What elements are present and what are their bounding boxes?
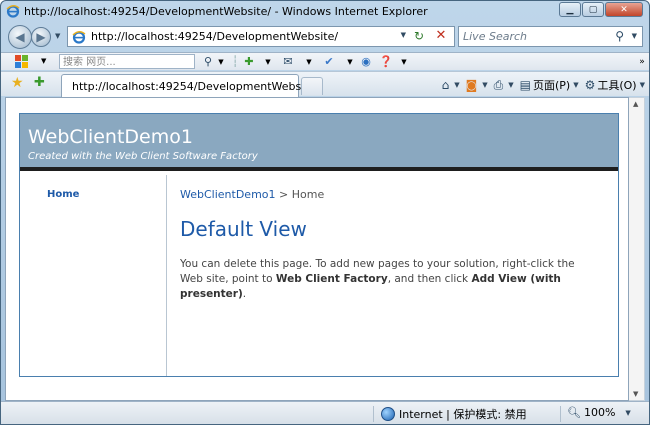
web-page: WebClientDemo1 Created with the Web Clie… <box>19 113 619 377</box>
status-bar: Internet | 保护模式: 禁用 🔍︎ 100% ▼ <box>1 401 649 424</box>
address-row: ◀ ▶ ▼ http://localhost:49254/Development… <box>1 23 649 51</box>
rss-feed-icon: ◙ <box>465 78 478 92</box>
breadcrumb-root-link[interactable]: WebClientDemo1 <box>180 188 276 201</box>
page-description: You can delete this page. To add new pag… <box>180 257 595 302</box>
minimize-button[interactable]: ▁ <box>559 2 581 17</box>
vertical-scrollbar[interactable]: ▲ ▼ <box>629 97 645 401</box>
tools-menu-dropdown-icon: ▼ <box>639 81 645 89</box>
back-button[interactable]: ◀ <box>8 25 32 49</box>
zoom-dropdown-icon[interactable]: ▼ <box>625 409 630 417</box>
search-dropdown-icon[interactable]: ▼ <box>632 32 637 40</box>
scroll-down-icon[interactable]: ▼ <box>633 390 638 398</box>
close-window-button[interactable]: ✕ <box>605 2 643 17</box>
toolbar-search-icon[interactable]: ⚲ <box>201 54 215 69</box>
checkmark-icon[interactable]: ✔ <box>321 54 337 69</box>
status-separator <box>373 406 374 422</box>
title-bar: http://localhost:49254/DevelopmentWebsit… <box>1 1 649 21</box>
security-zone[interactable]: Internet | 保护模式: 禁用 <box>381 406 527 422</box>
maximize-button[interactable]: ▢ <box>582 2 604 17</box>
new-tab-button[interactable] <box>301 77 323 95</box>
tab-row: ★ ✚ http://localhost:49254/DevelopmentWe… <box>1 71 649 97</box>
site-subtitle: Created with the Web Client Software Fac… <box>28 151 258 162</box>
tools-menu-button[interactable]: ⚙ 工具(O) ▼ <box>585 77 645 93</box>
stop-icon[interactable]: ✕ <box>432 28 450 44</box>
add-favorites-icon[interactable]: ✚ <box>34 75 45 90</box>
breadcrumb: WebClientDemo1 > Home <box>180 188 324 201</box>
mail-dropdown-icon[interactable]: ▼ <box>304 54 314 69</box>
zone-text: Internet | 保护模式: 禁用 <box>399 408 527 421</box>
refresh-icon[interactable]: ↻ <box>410 29 428 44</box>
tab-current-page[interactable]: http://localhost:49254/DevelopmentWebsit… <box>61 74 319 97</box>
address-url[interactable]: http://localhost:49254/DevelopmentWebsit… <box>91 30 338 43</box>
back-arrow-icon: ◀ <box>15 30 25 44</box>
window-title: http://localhost:49254/DevelopmentWebsit… <box>24 4 428 18</box>
scroll-up-icon[interactable]: ▲ <box>633 100 638 108</box>
description-bold-web-client-factory: Web Client Factory <box>275 273 388 285</box>
forward-arrow-icon: ▶ <box>36 30 46 44</box>
favorites-star-icon[interactable]: ★ <box>11 75 24 91</box>
mail-icon[interactable]: ✉ <box>281 54 295 69</box>
page-menu-button[interactable]: ▤ 页面(P) ▼ <box>520 77 579 93</box>
left-navigation: Home <box>20 175 167 376</box>
home-button[interactable]: ⌂ ▼ <box>442 78 460 92</box>
page-icon: ▤ <box>519 78 531 92</box>
printer-icon: ⎙ <box>493 77 504 92</box>
print-button[interactable]: ⎙ ▼ <box>494 78 514 93</box>
toolbar-grip-icon: ┆ <box>231 55 239 68</box>
help-dropdown-icon[interactable]: ▼ <box>399 54 409 69</box>
maximize-icon: ▢ <box>588 4 598 15</box>
zoom-control[interactable]: 🔍︎ 100% ▼ <box>567 406 631 419</box>
page-menu-dropdown-icon: ▼ <box>573 81 579 89</box>
search-icon[interactable]: ⚲ <box>615 29 624 43</box>
window-controls: ▁ ▢ ✕ <box>558 2 643 17</box>
command-bar: ⌂ ▼ ◙ ▼ ⎙ ▼ ▤ 页面(P) ▼ ⚙ 工具(O) ▼ <box>436 76 645 94</box>
search-toolbar: ▼ ⚲ ▼ ┆ ✚ ▼ ✉ ▼ ✔ ▼ ◉ ❓ ▼ » <box>1 52 649 70</box>
site-header: WebClientDemo1 Created with the Web Clie… <box>20 114 618 171</box>
tab-label: http://localhost:49254/DevelopmentWebsit… <box>72 79 320 93</box>
history-dropdown-icon[interactable]: ▼ <box>55 32 60 40</box>
add-plus-icon[interactable]: ✚ <box>242 54 256 69</box>
messenger-icon[interactable]: ◉ <box>359 54 373 69</box>
toolbar-search-box[interactable] <box>59 54 195 69</box>
live-search-input[interactable] <box>463 30 603 43</box>
help-icon[interactable]: ❓ <box>379 54 393 69</box>
home-dropdown-icon[interactable]: ▼ <box>454 81 459 89</box>
forward-button[interactable]: ▶ <box>31 27 51 47</box>
add-dropdown-icon[interactable]: ▼ <box>263 54 273 69</box>
globe-icon <box>381 407 395 421</box>
description-part-2: , and then click <box>387 273 472 285</box>
description-part-3: . <box>242 288 247 300</box>
live-search-box[interactable]: ⚲ ▼ <box>458 26 643 47</box>
gear-icon: ⚙ <box>584 78 596 92</box>
address-bar[interactable]: http://localhost:49254/DevelopmentWebsit… <box>67 26 455 47</box>
windows-logo-icon[interactable] <box>15 55 29 68</box>
status-separator <box>560 406 561 422</box>
home-icon: ⌂ <box>441 78 450 92</box>
tools-menu-label: 工具(O) <box>597 79 637 92</box>
ie-logo-icon <box>6 5 20 18</box>
toolbar-search-dropdown-icon[interactable]: ▼ <box>216 54 226 69</box>
print-dropdown-icon[interactable]: ▼ <box>508 81 513 89</box>
zoom-magnifier-icon: 🔍︎ <box>567 406 581 419</box>
page-menu-label: 页面(P) <box>532 79 571 92</box>
page-title: Default View <box>180 217 307 241</box>
feeds-dropdown-icon[interactable]: ▼ <box>482 81 487 89</box>
toolbar-menu-dropdown-icon[interactable]: ▼ <box>41 57 46 65</box>
toolbar-overflow-icon[interactable]: » <box>637 54 647 69</box>
browser-window: http://localhost:49254/DevelopmentWebsit… <box>0 0 650 425</box>
minimize-icon: ▁ <box>566 4 574 15</box>
page-ie-icon <box>72 30 86 44</box>
toolbar-search-input[interactable] <box>63 56 183 69</box>
checkmark-dropdown-icon[interactable]: ▼ <box>345 54 355 69</box>
feeds-button[interactable]: ◙ ▼ <box>466 78 488 92</box>
zoom-level: 100% <box>583 406 616 419</box>
breadcrumb-current: Home <box>291 188 325 201</box>
address-dropdown-icon[interactable]: ▼ <box>401 31 406 39</box>
nav-home-link[interactable]: Home <box>47 189 79 200</box>
site-title: WebClientDemo1 <box>28 126 193 148</box>
breadcrumb-separator: > <box>275 188 292 201</box>
content-viewport: WebClientDemo1 Created with the Web Clie… <box>5 97 629 401</box>
close-icon: ✕ <box>620 4 628 15</box>
